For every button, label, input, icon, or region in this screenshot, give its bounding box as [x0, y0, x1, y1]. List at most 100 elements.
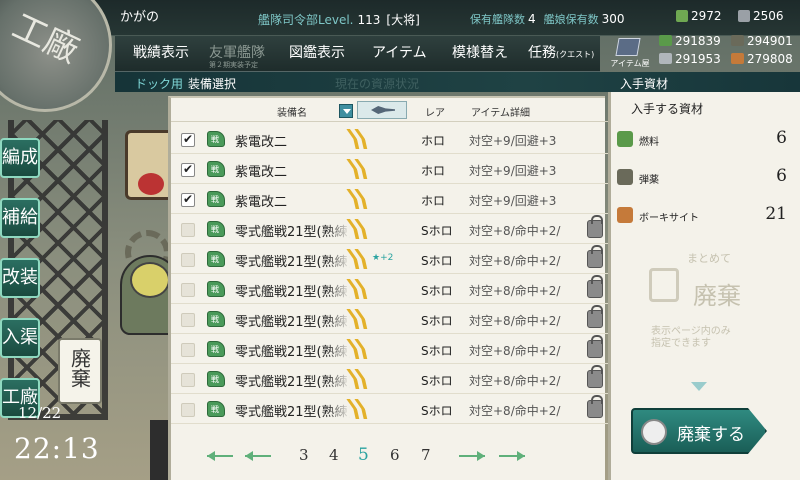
- row-checkbox[interactable]: [181, 373, 195, 387]
- bulk-note-line1: 表示ページ内のみ: [651, 326, 731, 337]
- equip-name: 零式艦戦21型(熟練): [235, 285, 350, 300]
- row-checkbox[interactable]: [181, 132, 195, 147]
- fighter-icon: [207, 371, 225, 387]
- menu-remodel[interactable]: 模様替え: [452, 42, 508, 62]
- prev-page-button[interactable]: [243, 450, 273, 462]
- lock-icon[interactable]: [587, 365, 603, 388]
- tab-dismantle[interactable]: 廃棄: [58, 338, 102, 404]
- header-rarity: レア: [425, 108, 445, 119]
- fighter-icon: [207, 221, 225, 237]
- dismantle-button-label: 廃棄する: [677, 425, 745, 445]
- row-checkbox[interactable]: [181, 253, 195, 267]
- equip-name: 零式艦戦21型(熟練): [235, 375, 350, 390]
- table-row[interactable]: 零式艦戦21型(熟練) Sホロ 対空+8/命中+2/: [171, 274, 608, 304]
- hq-level: 艦隊司令部Level. 113 [大将]: [258, 11, 420, 28]
- equip-detail: 対空+8/命中+2/: [469, 344, 561, 358]
- ships-label: 保有艦隊数: [470, 13, 525, 26]
- lock-icon[interactable]: [587, 305, 603, 328]
- clock-time: 22:13: [14, 432, 100, 465]
- equip-detail: 対空+8/命中+2/: [469, 284, 561, 298]
- first-page-button[interactable]: [205, 450, 235, 462]
- lock-icon[interactable]: [587, 245, 603, 268]
- nav-supply[interactable]: 補給: [0, 198, 40, 238]
- page-6[interactable]: 6: [390, 446, 400, 464]
- crumb-gain: 入手資材: [620, 77, 669, 91]
- table-row[interactable]: 零式艦戦21型(熟練) Sホロ 対空+8/命中+2/: [171, 394, 608, 424]
- table-row[interactable]: 零式艦戦21型(熟練) Sホロ 対空+8/命中+2/: [171, 214, 608, 244]
- nav-repair[interactable]: 入渠: [0, 318, 40, 358]
- menu-quest[interactable]: 任務(クエスト): [528, 42, 594, 62]
- crane-decor: [150, 420, 170, 480]
- arsenal-medallion: 工廠: [0, 0, 112, 112]
- row-checkbox[interactable]: [181, 162, 195, 177]
- menu-items[interactable]: アイテム: [372, 42, 427, 62]
- fuel-value: 291839: [675, 34, 721, 48]
- proficiency-icon: [351, 159, 369, 179]
- nav-remodel[interactable]: 改装: [0, 258, 40, 298]
- row-checkbox[interactable]: [181, 313, 195, 327]
- row-checkbox[interactable]: [181, 343, 195, 357]
- equip-rarity: Sホロ: [421, 314, 453, 328]
- page-3[interactable]: 3: [299, 446, 309, 464]
- proficiency-icon: [351, 219, 369, 239]
- lock-icon[interactable]: [587, 395, 603, 418]
- table-row[interactable]: 紫電改二 ホロ 対空+9/回避+3: [171, 154, 608, 184]
- last-page-button[interactable]: [497, 450, 527, 462]
- lock-icon[interactable]: [587, 335, 603, 358]
- friend-fleet-label: 友軍艦隊: [209, 45, 265, 61]
- trash-icon: [649, 268, 679, 302]
- type-filter-button[interactable]: [357, 101, 407, 119]
- table-row[interactable]: 紫電改二 ホロ 対空+9/回避+3: [171, 184, 608, 214]
- equip-detail: 対空+8/命中+2/: [469, 404, 561, 418]
- devmat-value: 2506: [753, 9, 784, 23]
- nav-organize[interactable]: 編成: [0, 138, 40, 178]
- header-detail: アイテム詳細: [471, 108, 530, 119]
- fuel-icon: [659, 35, 672, 46]
- table-row[interactable]: 紫電改二 ホロ 対空+9/回避+3: [171, 124, 608, 154]
- proficiency-icon: [351, 189, 369, 209]
- table-row[interactable]: 零式艦戦21型(熟練) Sホロ 対空+8/命中+2/: [171, 364, 608, 394]
- proficiency-icon: [351, 309, 369, 329]
- lock-icon[interactable]: [587, 215, 603, 238]
- row-checkbox[interactable]: [181, 223, 195, 237]
- quest-sub: (クエスト): [556, 50, 595, 59]
- row-checkbox[interactable]: [181, 403, 195, 417]
- table-row[interactable]: 零式艦戦21型(熟練) ★+2 Sホロ 対空+8/命中+2/: [171, 244, 608, 274]
- equip-name: 紫電改二: [235, 165, 288, 180]
- page-4[interactable]: 4: [329, 446, 339, 464]
- gain-panel: 入手する資材 燃料 6 弾薬 6 ボーキサイト 21 まとめて 廃棄 表示ページ…: [608, 92, 800, 480]
- proficiency-icon: [351, 279, 369, 299]
- header-name: 装備名: [277, 108, 307, 119]
- equip-detail: 対空+8/命中+2/: [469, 224, 561, 238]
- lock-icon[interactable]: [587, 275, 603, 298]
- ammo-icon: [617, 169, 633, 185]
- gain-bauxite-value: 21: [765, 204, 787, 224]
- equip-rarity: ホロ: [421, 194, 446, 208]
- ammo-icon: [731, 35, 744, 46]
- menu-friend-fleet: 友軍艦隊 第２期実装予定: [209, 42, 265, 69]
- page-7[interactable]: 7: [421, 446, 431, 464]
- page-5-current[interactable]: 5: [358, 445, 369, 465]
- bulk-note-line2: 指定できます: [651, 338, 711, 349]
- menu-library[interactable]: 図鑑表示: [289, 42, 345, 62]
- table-row[interactable]: 零式艦戦21型(熟練) Sホロ 対空+8/命中+2/: [171, 304, 608, 334]
- equip-name: 零式艦戦21型(熟練): [235, 255, 350, 270]
- gear-icon: [641, 419, 667, 445]
- equip-detail: 対空+8/命中+2/: [469, 314, 561, 328]
- menu-record[interactable]: 戦績表示: [133, 42, 189, 62]
- next-page-button[interactable]: [457, 450, 487, 462]
- dismantle-button[interactable]: 廃棄する: [631, 408, 767, 454]
- row-checkbox[interactable]: [181, 192, 195, 207]
- row-checkbox[interactable]: [181, 283, 195, 297]
- sort-dropdown-button[interactable]: [339, 104, 353, 118]
- proficiency-icon: [351, 369, 369, 389]
- bauxite-count: 279808: [731, 52, 793, 66]
- gain-fuel-row: 燃料 6: [617, 128, 797, 154]
- admiral-name: かがの: [120, 10, 160, 25]
- table-row[interactable]: 零式艦戦21型(熟練) Sホロ 対空+8/命中+2/: [171, 334, 608, 364]
- bucket-value: 2972: [691, 9, 722, 23]
- item-shop-button[interactable]: アイテム屋: [605, 36, 655, 72]
- medallion-label: 工廠: [6, 6, 85, 72]
- crumb-faded: 現在の資源状況: [335, 77, 420, 91]
- equip-rarity: Sホロ: [421, 254, 453, 268]
